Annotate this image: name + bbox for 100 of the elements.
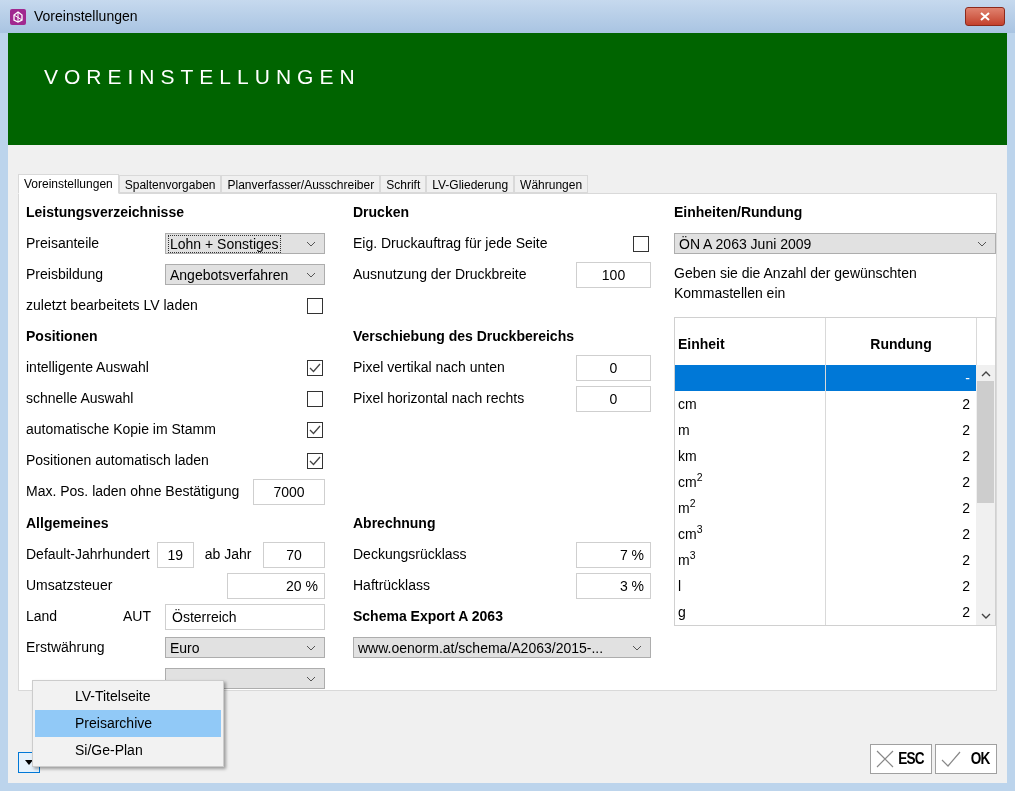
menu-item[interactable]: LV-Titelseite	[35, 683, 221, 710]
tab[interactable]: LV-Gliederung	[426, 175, 515, 193]
table-cell-text: cm	[678, 394, 697, 414]
field-label: Umsatzsteuer	[26, 576, 113, 595]
table-row[interactable]: m 2	[675, 417, 976, 443]
table-row[interactable]: cm$^{2}$ 2	[675, 469, 976, 495]
input-field[interactable]: 20 %	[227, 572, 325, 599]
tab[interactable]: Spaltenvorgaben	[118, 175, 222, 193]
field-label: Pixel vertikal nach unten	[353, 358, 505, 377]
section-heading: Abrechnung	[353, 514, 436, 533]
table-cell-text: -	[965, 368, 970, 388]
checkbox[interactable]	[307, 452, 323, 469]
table-row[interactable]: km 2	[675, 443, 976, 469]
field-label: Preisanteile	[26, 235, 100, 251]
input-field[interactable]: 3 %	[576, 572, 651, 599]
close-icon	[876, 750, 894, 768]
window-title: Voreinstellungen	[34, 7, 138, 26]
table-cell-text: 2	[962, 576, 970, 596]
table-row[interactable]: g 2	[675, 599, 976, 625]
table-row[interactable]: m$^{2}$ 2	[675, 495, 976, 521]
dropdown[interactable]: ÖN A 2063 Juni 2009	[674, 233, 996, 254]
dropdown-value: ÖN A 2063 Juni 2009	[678, 235, 813, 252]
chevron-down-icon	[306, 271, 316, 278]
dropdown[interactable]: Euro	[165, 637, 325, 658]
chevron-down-icon	[632, 644, 642, 651]
checkmark-icon	[309, 424, 321, 435]
ok-button[interactable]: OK	[935, 744, 997, 774]
table-cell-text: 2	[962, 446, 970, 466]
checkbox[interactable]	[307, 390, 323, 407]
table-cell-text: cm$^{2}$	[678, 471, 703, 492]
country-code: AUT	[123, 608, 151, 624]
banner-title: VOREINSTELLUNGEN	[44, 64, 361, 91]
menu-item[interactable]: Preisarchive	[35, 710, 221, 737]
chevron-down-icon	[306, 240, 316, 247]
field-label: ab Jahr	[204, 545, 252, 564]
section-heading: Verschiebung des Druckbereichs	[353, 327, 574, 346]
input-field[interactable]: 7 %	[576, 541, 651, 568]
input-field[interactable]: 100	[576, 261, 651, 288]
table-row[interactable]: m$^{3}$ 2	[675, 547, 976, 573]
chevron-down-icon	[977, 240, 987, 247]
checkbox[interactable]	[307, 359, 323, 376]
table-cell-text: 2	[962, 602, 970, 622]
field-label: Ausnutzung der Druckbreite	[353, 265, 527, 284]
table-row[interactable]: cm 2	[675, 391, 976, 417]
input-field[interactable]: Österreich	[165, 603, 325, 630]
field-label: Land	[26, 608, 58, 624]
tab[interactable]: Währungen	[514, 175, 589, 193]
table-cell-text: 2	[962, 420, 970, 440]
close-icon	[980, 12, 990, 21]
input-field[interactable]: 0	[576, 354, 651, 381]
table-cell-text: cm$^{3}$	[678, 523, 703, 544]
caret-icon	[25, 760, 33, 765]
input-field[interactable]: 0	[576, 385, 651, 412]
tab[interactable]: Planverfasser/Ausschreiber	[221, 175, 381, 193]
scrollbar[interactable]	[976, 365, 995, 625]
field-label: schnelle Auswahl	[26, 389, 134, 408]
section-heading: Allgemeines	[26, 514, 109, 533]
field-label: Pixel horizontal nach rechts	[353, 389, 525, 408]
table-cell-text: km	[678, 446, 697, 466]
dropdown-value: www.oenorm.at/schema/A2063/2015-...	[357, 639, 605, 656]
checkmark-icon	[309, 455, 321, 466]
field-label: Preisbildung	[26, 266, 104, 282]
field-label: Default-Jahrhundert	[26, 545, 150, 564]
checkbox[interactable]	[633, 235, 649, 252]
table-row[interactable]: cm$^{3}$ 2	[675, 521, 976, 547]
scrollbar-thumb[interactable]	[977, 381, 994, 503]
table-cell-text: m$^{2}$	[678, 497, 696, 518]
field-label: automatische Kopie im Stamm	[26, 420, 216, 439]
section-heading: Schema Export A 2063	[353, 607, 503, 626]
checkbox[interactable]	[307, 297, 323, 314]
input-field[interactable]: 19	[156, 541, 194, 568]
tab[interactable]: Voreinstellungen	[18, 174, 119, 194]
field-label: Eig. Druckauftrag für jede Seite	[353, 234, 548, 253]
table-cell-text: l	[678, 576, 682, 596]
column-header: Einheit	[678, 335, 725, 354]
section-heading: Drucken	[353, 203, 410, 222]
input-field[interactable]: 7000	[253, 478, 325, 505]
dropdown[interactable]: www.oenorm.at/schema/A2063/2015-...	[353, 637, 651, 658]
table-cell-text: m$^{3}$	[678, 549, 696, 570]
input-field[interactable]: 70	[263, 541, 325, 568]
menu-item[interactable]: Si/Ge-Plan	[35, 737, 221, 764]
field-label: Max. Pos. laden ohne Bestätigung	[26, 482, 240, 501]
table-row[interactable]: l 2	[675, 573, 976, 599]
dropdown[interactable]: Lohn + Sonstiges	[165, 233, 325, 254]
chevron-down-icon	[306, 675, 316, 682]
cancel-button[interactable]: ESC	[870, 744, 932, 774]
dropdown-value: Angebotsverfahren	[169, 266, 290, 283]
table-cell-text: m	[678, 420, 690, 440]
tab[interactable]: Schrift	[380, 175, 427, 193]
checkbox[interactable]	[307, 421, 323, 438]
table-cell-text: g	[678, 602, 686, 622]
table-cell-text: 2	[962, 472, 970, 492]
table-row[interactable]: -	[675, 365, 976, 391]
dropdown[interactable]: Angebotsverfahren	[165, 264, 325, 285]
table-cell-text: 2	[962, 550, 970, 570]
checkmark-icon	[941, 751, 961, 767]
chevron-down-icon	[306, 644, 316, 651]
close-button[interactable]	[965, 7, 1005, 26]
table-cell-text: 2	[962, 394, 970, 414]
checkmark-icon	[309, 362, 321, 373]
